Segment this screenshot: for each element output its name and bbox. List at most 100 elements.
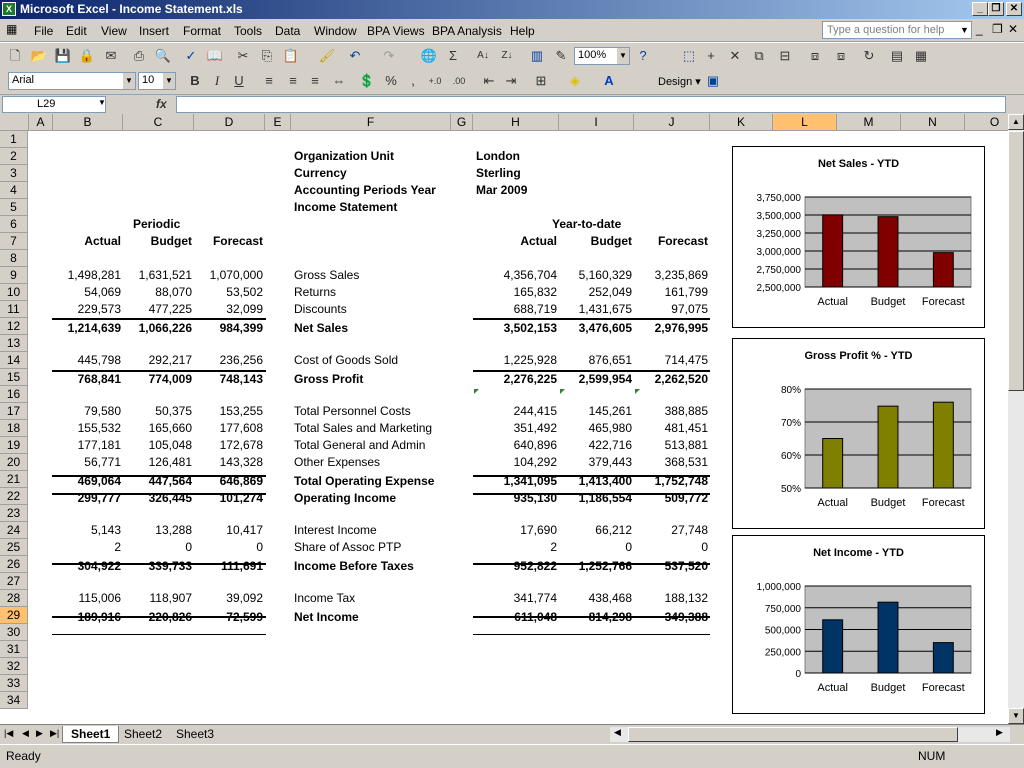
sort-ascending-icon[interactable]: A↓	[474, 47, 492, 65]
format-painter-icon[interactable]: 🖌	[318, 47, 336, 65]
label-income-statement[interactable]: Income Statement	[294, 199, 397, 216]
first-sheet-icon[interactable]: |◀	[4, 728, 13, 739]
currency-icon[interactable]: 💲	[358, 72, 376, 90]
line-item-label[interactable]: Operating Income	[294, 490, 396, 507]
sheet-tab-2[interactable]: Sheet2	[116, 726, 170, 743]
line-item-label[interactable]: Interest Income	[294, 522, 377, 539]
line-item-label[interactable]: Discounts	[294, 301, 347, 318]
line-item-label[interactable]: Total Operating Expense	[294, 473, 434, 490]
row-header[interactable]: 11	[0, 301, 28, 318]
periodic-value-cell[interactable]: 54,069	[53, 284, 121, 301]
periodic-value-cell[interactable]: 13,288	[123, 522, 192, 539]
col-header-f[interactable]: F	[291, 114, 451, 131]
font-color-icon[interactable]: A	[600, 72, 618, 90]
bpa-merge-icon[interactable]: ⧈	[832, 47, 850, 65]
row-header[interactable]: 7	[0, 233, 28, 250]
vertical-scrollbar[interactable]: ▲ ▼	[1008, 114, 1024, 724]
menu-data[interactable]: Data	[275, 24, 300, 38]
periodic-value-cell[interactable]: 177,181	[53, 437, 121, 454]
fill-color-icon[interactable]: ◈	[566, 72, 584, 90]
col-header-l[interactable]: L	[773, 114, 837, 131]
row-header[interactable]: 30	[0, 624, 28, 641]
ytd-value-cell[interactable]: 1,431,675	[559, 301, 632, 318]
worksheet-grid[interactable]: A B C D E F G H I J K L M N O 1234567891…	[0, 114, 1008, 724]
horizontal-scrollbar[interactable]: ◀ ▶	[610, 727, 1010, 742]
permission-icon[interactable]: 🔒	[78, 47, 96, 65]
row-header[interactable]: 8	[0, 250, 28, 267]
col-header-b[interactable]: B	[53, 114, 123, 131]
spelling-icon[interactable]: ✓	[182, 47, 200, 65]
line-item-label[interactable]: Share of Assoc PTP	[294, 539, 401, 556]
periodic-forecast-header[interactable]: Forecast	[194, 233, 263, 250]
row-header[interactable]: 1	[0, 131, 28, 148]
bpa-grid-icon[interactable]: ▤	[888, 47, 906, 65]
new-icon[interactable]: 🗋	[6, 47, 24, 65]
ytd-value-cell[interactable]: 145,261	[559, 403, 632, 420]
next-sheet-icon[interactable]: ▶	[36, 728, 43, 739]
col-header-c[interactable]: C	[123, 114, 194, 131]
periodic-value-cell[interactable]: 118,907	[123, 590, 193, 607]
periodic-value-cell[interactable]: 155,532	[53, 420, 121, 437]
periodic-value-cell[interactable]: 79,580	[53, 403, 121, 420]
ytd-value-cell[interactable]: 3,476,605	[559, 320, 632, 337]
doc-minimize-button[interactable]: _	[976, 22, 983, 36]
col-header-i[interactable]: I	[559, 114, 634, 131]
print-preview-icon[interactable]: 🔍	[154, 47, 172, 65]
periodic-value-cell[interactable]: 768,841	[53, 371, 121, 388]
col-header-n[interactable]: N	[901, 114, 965, 131]
workbook-icon[interactable]: ▦	[6, 22, 17, 36]
ytd-value-cell[interactable]: 379,443	[559, 454, 632, 471]
ytd-actual-header[interactable]: Actual	[473, 233, 557, 250]
label-org-unit[interactable]: Organization Unit	[294, 148, 394, 165]
periodic-value-cell[interactable]: 292,217	[123, 352, 192, 369]
ytd-value-cell[interactable]: 388,885	[634, 403, 708, 420]
ytd-value-cell[interactable]: 97,075	[634, 301, 708, 318]
row-header[interactable]: 29	[0, 607, 28, 624]
row-header[interactable]: 34	[0, 692, 28, 709]
periodic-value-cell[interactable]: 10,417	[194, 522, 263, 539]
ytd-value-cell[interactable]: 513,881	[634, 437, 708, 454]
align-right-icon[interactable]: ≡	[306, 72, 324, 90]
col-header-h[interactable]: H	[473, 114, 559, 131]
font-select[interactable]: Arial ▼	[8, 72, 136, 90]
periodic-value-cell[interactable]: 1,066,226	[123, 320, 192, 337]
hyperlink-icon[interactable]: 🌐	[420, 47, 438, 65]
minimize-button[interactable]: _	[972, 2, 988, 16]
help-dropdown-icon[interactable]: ▼	[960, 25, 969, 35]
zoom-select[interactable]: 100% ▼	[574, 47, 630, 65]
col-header-m[interactable]: M	[837, 114, 901, 131]
menu-bpa-analysis[interactable]: BPA Analysis	[432, 24, 502, 38]
line-item-label[interactable]: Cost of Goods Sold	[294, 352, 398, 369]
drawing-icon[interactable]: ✎	[552, 47, 570, 65]
periodic-value-cell[interactable]: 477,225	[123, 301, 192, 318]
col-header-e[interactable]: E	[265, 114, 291, 131]
menu-bpa-views[interactable]: BPA Views	[367, 24, 425, 38]
open-icon[interactable]: 📂	[30, 47, 48, 65]
line-item-label[interactable]: Income Before Taxes	[294, 558, 414, 575]
row-header[interactable]: 28	[0, 590, 28, 607]
ytd-value-cell[interactable]: 481,451	[634, 420, 708, 437]
help-search-input[interactable]: Type a question for help	[822, 21, 972, 39]
row-header[interactable]: 19	[0, 437, 28, 454]
line-item-label[interactable]: Net Income	[294, 609, 359, 626]
line-item-label[interactable]: Income Tax	[294, 590, 355, 607]
bpa-copy-icon[interactable]: ⧉	[750, 47, 768, 65]
periodic-value-cell[interactable]: 56,771	[53, 454, 121, 471]
hscroll-thumb[interactable]	[628, 727, 958, 742]
sort-descending-icon[interactable]: Z↓	[498, 47, 516, 65]
periodic-value-cell[interactable]: 143,328	[194, 454, 263, 471]
periodic-value-cell[interactable]: 126,481	[123, 454, 192, 471]
ytd-value-cell[interactable]: 161,799	[634, 284, 708, 301]
periodic-header[interactable]: Periodic	[133, 216, 180, 233]
ytd-value-cell[interactable]: 4,356,704	[473, 267, 557, 284]
scroll-thumb[interactable]	[1008, 131, 1024, 391]
menu-help[interactable]: Help	[510, 24, 535, 38]
ytd-value-cell[interactable]: 165,832	[473, 284, 557, 301]
periodic-value-cell[interactable]: 115,006	[53, 590, 122, 607]
row-header[interactable]: 20	[0, 454, 28, 471]
value-org-unit[interactable]: London	[476, 148, 520, 165]
ytd-value-cell[interactable]: 1,252,766	[559, 558, 632, 575]
value-currency[interactable]: Sterling	[476, 165, 521, 182]
periodic-value-cell[interactable]: 0	[123, 539, 192, 556]
menu-edit[interactable]: Edit	[66, 24, 87, 38]
